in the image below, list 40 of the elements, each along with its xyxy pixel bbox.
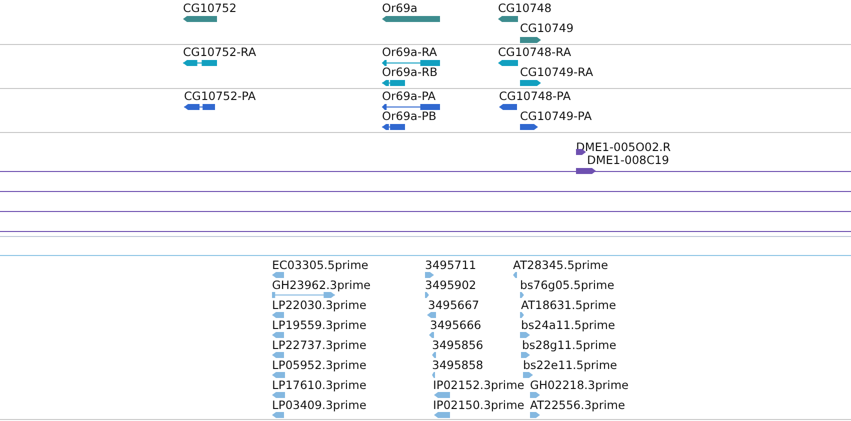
feature-label: bs28g11.5prime [522, 339, 616, 352]
feature-label: bs24a11.5prime [521, 319, 616, 332]
feature-label: DME1-005O02.R [576, 141, 671, 154]
feature-label: bs76g05.5prime [520, 279, 614, 292]
feature-label: IP02152.3prime [433, 379, 524, 392]
feature-label: 3495666 [430, 319, 482, 332]
feature-label: LP19559.3prime [272, 319, 366, 332]
feature-label: CG10748-RA [498, 46, 572, 59]
feature-label: LP22737.3prime [272, 339, 366, 352]
feature-label: Or69a-RA [382, 46, 438, 59]
feature-label: 3495856 [432, 339, 484, 352]
feature-label: EC03305.5prime [272, 259, 368, 272]
feature-label: LP22030.3prime [272, 299, 366, 312]
feature-label: Or69a-RB [382, 66, 438, 79]
feature-label: 3495667 [428, 299, 480, 312]
feature-label: Or69a [382, 2, 418, 15]
feature-label: GH02218.3prime [530, 379, 629, 392]
feature-label: CG10752-PA [184, 90, 256, 103]
feature-label: GH23962.3prime [272, 279, 371, 292]
feature-label: 3495902 [425, 279, 476, 292]
feature-label: CG10752 [183, 2, 237, 15]
feature-label: CG10749-PA [520, 110, 592, 123]
feature-label: DME1-008C19 [587, 154, 670, 167]
feature-label: CG10752-RA [183, 46, 256, 59]
feature-label: IP02150.3prime [433, 399, 524, 412]
feature-label: bs22e11.5prime [523, 359, 618, 372]
feature-label: LP17610.3prime [272, 379, 366, 392]
feature-label: CG10748-PA [499, 90, 571, 103]
feature-label: AT22556.3prime [530, 399, 626, 412]
feature-label: CG10749 [520, 22, 574, 35]
feature-label: AT28345.5prime [513, 259, 608, 272]
feature-label: 3495711 [425, 259, 476, 272]
feature-label: LP03409.3prime [272, 399, 366, 412]
feature-label: LP05952.3prime [272, 359, 366, 372]
feature-label: Or69a-PA [382, 90, 436, 103]
feature-label: Or69a-PB [382, 110, 436, 123]
feature-label: AT18631.5prime [521, 299, 616, 312]
feature-label: CG10748 [498, 2, 552, 15]
feature-label: CG10749-RA [520, 66, 594, 79]
feature-label: 3495858 [432, 359, 484, 372]
